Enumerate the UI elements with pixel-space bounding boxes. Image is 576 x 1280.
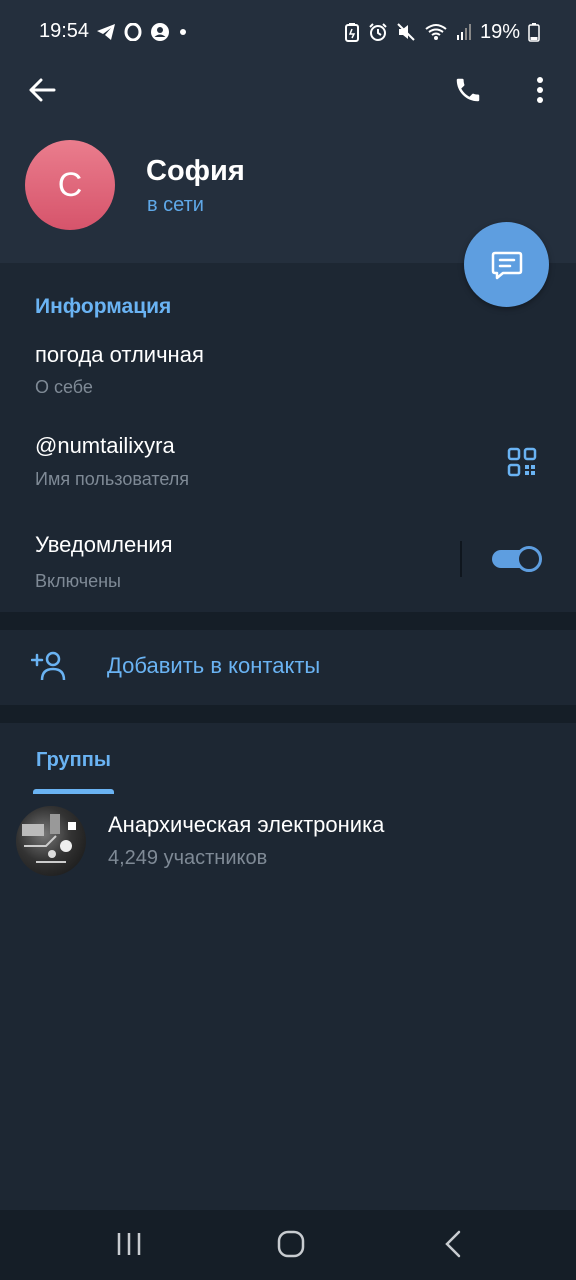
add-contact-button[interactable]: Добавить в контакты: [0, 630, 576, 705]
more-vertical-icon: [537, 77, 543, 103]
group-members: 4,249 участников: [108, 847, 268, 869]
system-back-button[interactable]: [428, 1222, 478, 1266]
qr-code-icon: [507, 447, 537, 477]
add-contact-label: Добавить в контакты: [107, 653, 321, 678]
opera-icon: [124, 23, 142, 41]
person-plus-icon: [31, 651, 66, 681]
bio-value: погода отличная: [35, 342, 204, 367]
more-button[interactable]: [518, 68, 562, 112]
bio-label: О себе: [35, 377, 93, 397]
notifications-label: Уведомления: [35, 532, 173, 557]
group-avatar: [16, 806, 86, 876]
arrow-left-icon: [29, 78, 56, 102]
username-value: @numtailixyra: [35, 433, 175, 458]
phone-icon: [456, 78, 480, 102]
status-left-icons: [96, 20, 188, 44]
circuit-board-image: [22, 814, 76, 863]
call-button[interactable]: [446, 68, 490, 112]
battery-saver-icon: [344, 23, 359, 42]
notifications-divider: [460, 541, 462, 577]
signal-icon: [456, 24, 471, 40]
profile-avatar[interactable]: С: [25, 140, 115, 230]
tab-underline: [33, 789, 114, 794]
wifi-icon: [425, 24, 447, 40]
alarm-icon: [369, 23, 387, 41]
section-divider-2: [0, 705, 576, 723]
home-icon: [277, 1230, 305, 1258]
notifications-toggle[interactable]: [492, 546, 542, 572]
battery-icon: [528, 23, 540, 42]
profile-status: в сети: [147, 194, 204, 216]
tab-groups[interactable]: Группы: [36, 749, 111, 772]
groups-section: [0, 723, 576, 1210]
recents-button[interactable]: [104, 1222, 154, 1266]
notifications-status: Включены: [35, 571, 121, 591]
mute-icon: [397, 23, 415, 41]
home-button[interactable]: [266, 1222, 316, 1266]
telegram-icon: [97, 24, 115, 40]
message-icon: [491, 251, 522, 279]
profile-name: София: [146, 155, 245, 187]
message-button[interactable]: [464, 222, 549, 307]
chevron-left-icon: [445, 1230, 461, 1258]
section-divider: [0, 612, 576, 630]
group-name: Анархическая электроника: [108, 812, 385, 837]
qr-code-button[interactable]: [500, 440, 544, 484]
recents-icon: [117, 1233, 141, 1255]
battery-percent: 19%: [479, 20, 520, 43]
back-button[interactable]: [20, 68, 64, 112]
status-time: 19:54: [39, 20, 90, 42]
info-section-title: Информация: [35, 295, 172, 318]
account-icon: [151, 23, 169, 41]
status-right-icons: 19%: [344, 18, 540, 46]
dot-icon: [180, 29, 186, 35]
username-label: Имя пользователя: [35, 469, 190, 489]
